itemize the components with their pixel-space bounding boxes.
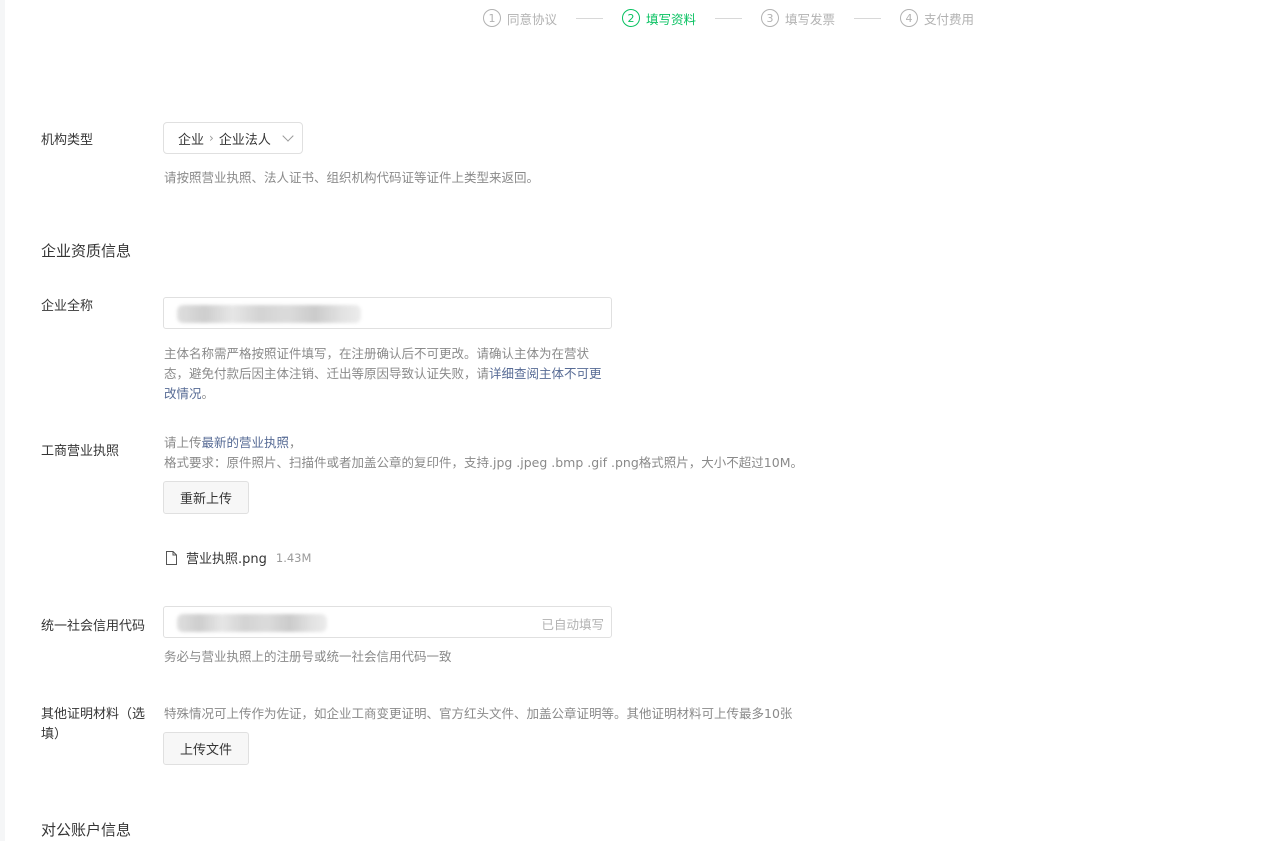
- step-number: 2: [622, 9, 641, 27]
- company-name-hint: 主体名称需严格按照证件填写，在注册确认后不可更改。请确认主体为在营状 态，避免付…: [164, 344, 614, 404]
- section-title-account: 对公账户信息: [41, 821, 132, 839]
- hint-line: 改情况。: [164, 384, 614, 404]
- chevron-down-icon: [282, 130, 294, 142]
- redacted-value: [177, 305, 361, 323]
- credit-code-hint: 务必与营业执照上的注册号或统一社会信用代码一致: [164, 649, 452, 664]
- step-invoice: 3 填写发票: [761, 9, 835, 28]
- latest-license-link[interactable]: 最新的营业执照: [202, 435, 290, 450]
- file-size: 1.43M: [275, 550, 312, 565]
- label-line: 其他证明材料（选: [41, 707, 146, 722]
- step-number: 3: [761, 9, 780, 27]
- hint-text: 请上传: [164, 435, 202, 450]
- hint-line: 主体名称需严格按照证件填写，在注册确认后不可更改。请确认主体为在营状: [164, 346, 590, 361]
- other-material-label: 其他证明材料（选 填）: [41, 705, 145, 745]
- label-line: 填）: [41, 727, 68, 742]
- section-title-qualification: 企业资质信息: [41, 242, 132, 260]
- page-edge: [0, 0, 5, 841]
- view-restriction-link[interactable]: 详细查阅主体不可更: [489, 366, 602, 381]
- org-type-secondary: 企业法人: [218, 132, 271, 148]
- credit-code-label: 统一社会信用代码: [41, 619, 146, 634]
- step-divider: [715, 17, 743, 19]
- step-number: 4: [900, 9, 919, 27]
- step-agree: 1 同意协议: [483, 9, 557, 28]
- hint-text: 。: [201, 386, 215, 401]
- step-fill-info: 2 填写资料: [622, 9, 696, 28]
- progress-steps: 1 同意协议 2 填写资料 3 填写发票 4 支付费用: [483, 8, 974, 28]
- org-type-primary: 企业: [178, 132, 205, 148]
- file-name: 营业执照.png: [186, 552, 267, 567]
- hint-text: ，: [289, 435, 302, 450]
- org-type-selector[interactable]: 企业 › 企业法人: [163, 122, 303, 154]
- company-name-label: 企业全称: [41, 299, 94, 314]
- step-label: 填写资料: [646, 11, 697, 27]
- step-divider: [854, 17, 882, 19]
- hint-text: 态，避免付款后因主体注销、迁出等原因导致认证失败，请: [164, 366, 490, 381]
- autofill-badge: 已自动填写: [541, 617, 604, 632]
- org-type-hint: 请按照营业执照、法人证书、组织机构代码证等证件上类型来返回。: [164, 170, 540, 185]
- credit-code-input[interactable]: 已自动填写: [163, 606, 612, 638]
- file-icon: [166, 550, 177, 565]
- upload-file-button[interactable]: 上传文件: [163, 732, 249, 765]
- org-type-label: 机构类型: [41, 133, 94, 148]
- uploaded-file[interactable]: 营业执照.png 1.43M: [166, 548, 311, 567]
- step-label: 同意协议: [507, 11, 558, 27]
- step-divider: [576, 17, 604, 19]
- reupload-button[interactable]: 重新上传: [163, 481, 249, 514]
- license-format-hint: 格式要求：原件照片、扫描件或者加盖公章的复印件，支持.jpg .jpeg .bm…: [164, 455, 803, 470]
- step-payment: 4 支付费用: [900, 9, 974, 28]
- chevron-right-icon: ›: [209, 131, 214, 145]
- company-name-input[interactable]: [163, 297, 612, 329]
- business-license-label: 工商营业执照: [41, 444, 120, 459]
- view-restriction-link-cont[interactable]: 改情况: [164, 386, 202, 401]
- step-number: 1: [483, 9, 501, 27]
- step-label: 填写发票: [785, 11, 836, 27]
- step-label: 支付费用: [924, 11, 975, 27]
- redacted-value: [177, 614, 327, 632]
- business-license-hint: 请上传最新的营业执照，: [164, 433, 302, 453]
- hint-line: 态，避免付款后因主体注销、迁出等原因导致认证失败，请详细查阅主体不可更: [164, 364, 614, 384]
- other-material-hint: 特殊情况可上传作为佐证，如企业工商变更证明、官方红头文件、加盖公章证明等。其他证…: [164, 706, 793, 721]
